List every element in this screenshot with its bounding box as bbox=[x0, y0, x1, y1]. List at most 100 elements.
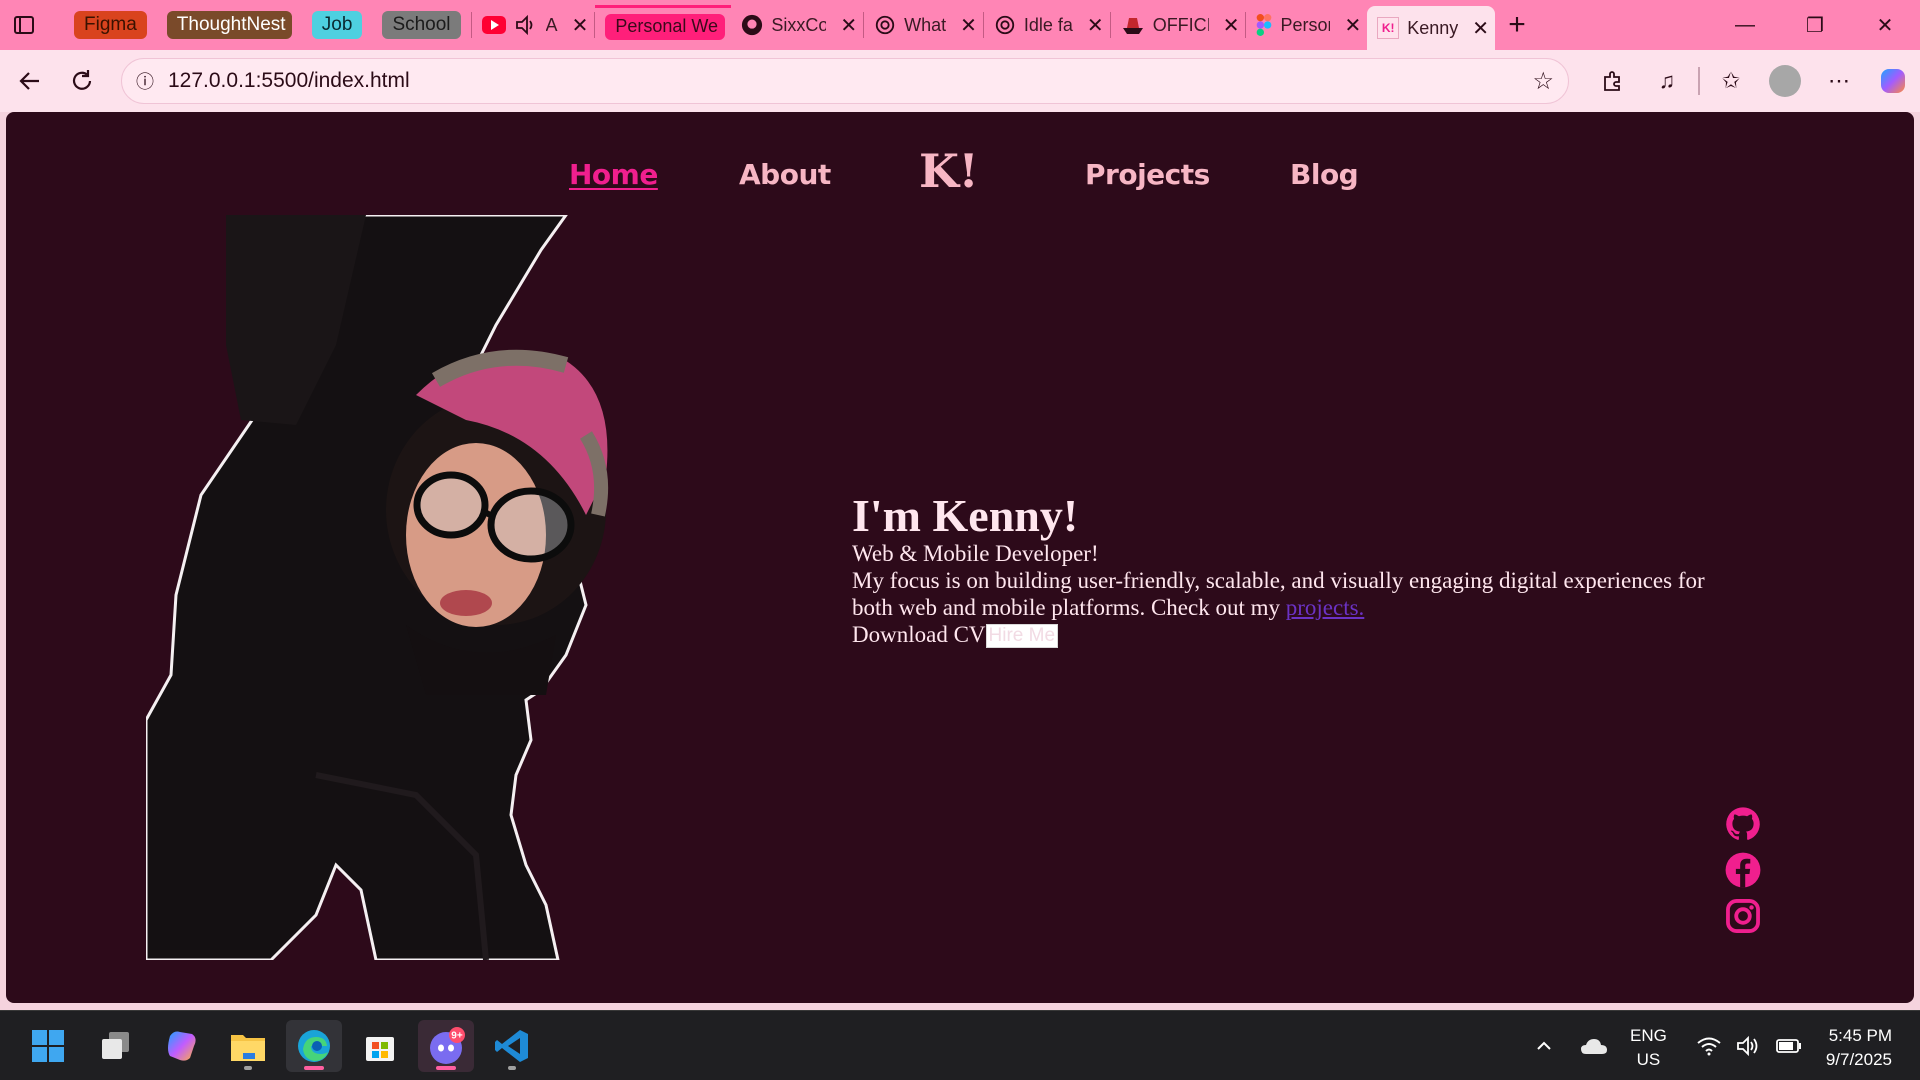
nav-about-link[interactable]: About bbox=[739, 158, 831, 191]
hero-description-text: My focus is on building user-friendly, s… bbox=[852, 568, 1705, 621]
cta-row: Download CV Hire Me bbox=[852, 621, 1732, 649]
url-text[interactable]: 127.0.0.1:5500/index.html bbox=[168, 69, 410, 93]
chatgpt-icon bbox=[875, 15, 895, 35]
tab-kenny[interactable]: K! Kenny ✕ bbox=[1367, 6, 1496, 50]
nav-blog-link[interactable]: Blog bbox=[1290, 158, 1359, 191]
new-tab-button[interactable]: + bbox=[1495, 8, 1539, 42]
extensions-icon[interactable] bbox=[1586, 69, 1640, 93]
show-hidden-icons[interactable] bbox=[1534, 1011, 1554, 1080]
close-tab-icon[interactable]: ✕ bbox=[1344, 13, 1361, 38]
tab-github[interactable]: SixxCo ✕ bbox=[731, 5, 863, 45]
task-view-icon[interactable] bbox=[88, 1020, 144, 1072]
site-navigation: Home About K! Projects Blog bbox=[6, 144, 1914, 212]
onedrive-icon[interactable] bbox=[1580, 1011, 1608, 1080]
nav-projects-link[interactable]: Projects bbox=[1085, 158, 1210, 191]
speaker-icon[interactable] bbox=[514, 14, 538, 36]
github-icon[interactable] bbox=[1724, 805, 1762, 843]
tab-youtube[interactable]: A ✕ bbox=[472, 5, 595, 45]
favorite-star-icon[interactable]: ☆ bbox=[1532, 67, 1554, 96]
ship-icon bbox=[1122, 18, 1143, 34]
instagram-icon[interactable] bbox=[1724, 897, 1762, 935]
hire-me-button[interactable]: Hire Me bbox=[985, 624, 1059, 649]
tab-chatgpt-what[interactable]: What ✕ bbox=[864, 5, 983, 45]
microsoft-store-icon[interactable] bbox=[352, 1020, 408, 1072]
tab-group-thoughtnest[interactable]: ThoughtNest bbox=[166, 11, 292, 39]
youtube-icon bbox=[481, 16, 506, 34]
site-info-icon[interactable]: ⓘ bbox=[122, 68, 168, 94]
close-tab-icon[interactable]: ✕ bbox=[1472, 16, 1489, 41]
chatgpt-icon bbox=[995, 15, 1015, 35]
projects-link[interactable]: projects. bbox=[1286, 595, 1365, 620]
running-indicator bbox=[244, 1066, 252, 1070]
clock-time: 5:45 PM bbox=[1828, 1026, 1892, 1045]
media-icon[interactable]: ♫ bbox=[1640, 68, 1694, 94]
back-arrow-icon bbox=[19, 72, 39, 90]
reload-icon bbox=[72, 70, 92, 90]
discord-icon[interactable]: 9+ bbox=[418, 1020, 474, 1072]
tab-title: What bbox=[904, 14, 947, 35]
battery-icon bbox=[1776, 1039, 1801, 1053]
tab-official[interactable]: OFFICI ✕ bbox=[1111, 5, 1246, 45]
profile-photo bbox=[146, 215, 609, 960]
github-icon bbox=[742, 14, 763, 36]
minimize-icon[interactable]: — bbox=[1710, 0, 1780, 50]
active-indicator bbox=[436, 1066, 456, 1070]
region-code: US bbox=[1636, 1050, 1661, 1069]
language-code: ENG bbox=[1630, 1026, 1667, 1045]
tab-title: Idle fa bbox=[1023, 14, 1073, 35]
tab-bar: Figma ThoughtNest Job School A ✕ Persona… bbox=[0, 0, 1920, 50]
active-indicator bbox=[304, 1066, 324, 1070]
language-indicator[interactable]: ENG US bbox=[1630, 1024, 1667, 1072]
toolbar-divider bbox=[1698, 67, 1700, 95]
file-explorer-icon[interactable] bbox=[220, 1020, 276, 1072]
close-tab-icon[interactable]: ✕ bbox=[1223, 13, 1240, 38]
system-clock[interactable]: 5:45 PM 9/7/2025 bbox=[1826, 1024, 1892, 1072]
nav-home-link[interactable]: Home bbox=[569, 158, 658, 191]
close-tab-icon[interactable]: ✕ bbox=[960, 13, 977, 38]
system-tray[interactable] bbox=[1696, 1011, 1802, 1080]
close-tab-icon[interactable]: ✕ bbox=[1087, 13, 1104, 38]
hero-description: My focus is on building user-friendly, s… bbox=[852, 567, 1732, 621]
page-viewport: Home About K! Projects Blog I'm Kenny! W… bbox=[6, 112, 1914, 1003]
toolbar-right-buttons: ♫ ✩ ⋯ bbox=[1586, 50, 1920, 112]
copilot-icon[interactable] bbox=[154, 1020, 210, 1072]
tab-chatgpt-idle[interactable]: Idle fa ✕ bbox=[984, 5, 1110, 45]
reload-button[interactable] bbox=[56, 55, 108, 107]
back-button[interactable] bbox=[4, 55, 56, 107]
tab-group-job[interactable]: Job bbox=[311, 11, 363, 39]
windows-taskbar: 9+ ENG US 5:45 PM 9/7/2025 bbox=[0, 1010, 1920, 1080]
hero-section: I'm Kenny! Web & Mobile Developer! My fo… bbox=[852, 490, 1732, 649]
tab-title: A bbox=[545, 14, 558, 35]
download-cv-link[interactable]: Download CV bbox=[852, 622, 986, 647]
tab-title: Kenny bbox=[1407, 17, 1459, 38]
social-links bbox=[1724, 805, 1762, 943]
chevron-up-icon bbox=[1537, 1041, 1551, 1050]
restore-icon[interactable]: ❐ bbox=[1780, 0, 1850, 50]
tab-actions-button[interactable] bbox=[0, 0, 48, 50]
discord-badge: 9+ bbox=[451, 1031, 463, 1042]
k-logo-icon: K! bbox=[1377, 17, 1400, 39]
browser-toolbar: ⓘ 127.0.0.1:5500/index.html ☆ ♫ ✩ ⋯ bbox=[0, 50, 1920, 112]
address-bar[interactable]: ⓘ 127.0.0.1:5500/index.html ☆ bbox=[121, 58, 1569, 104]
figma-icon bbox=[1257, 14, 1272, 36]
tab-group-figma[interactable]: Figma bbox=[74, 11, 147, 39]
facebook-icon[interactable] bbox=[1724, 851, 1762, 889]
tab-actions-icon bbox=[14, 16, 34, 34]
hero-heading: I'm Kenny! bbox=[852, 490, 1079, 541]
more-menu-icon[interactable]: ⋯ bbox=[1812, 68, 1866, 94]
tab-personal-website[interactable]: Personal We bbox=[595, 5, 732, 45]
profile-button[interactable] bbox=[1758, 65, 1812, 97]
edge-icon[interactable] bbox=[286, 1020, 342, 1072]
vscode-icon[interactable] bbox=[484, 1020, 540, 1072]
windows-start-icon[interactable] bbox=[20, 1020, 76, 1072]
tab-group-personal: Personal We bbox=[605, 13, 726, 40]
tab-figma-person[interactable]: Person ✕ bbox=[1246, 5, 1367, 45]
close-tab-icon[interactable]: ✕ bbox=[572, 13, 589, 38]
close-window-icon[interactable]: ✕ bbox=[1850, 0, 1920, 50]
clock-date: 9/7/2025 bbox=[1825, 1050, 1892, 1069]
close-tab-icon[interactable]: ✕ bbox=[840, 13, 857, 38]
favorites-icon[interactable]: ✩ bbox=[1704, 68, 1758, 94]
copilot-icon[interactable] bbox=[1866, 66, 1920, 96]
site-logo[interactable]: K! bbox=[919, 144, 979, 198]
tab-group-school[interactable]: School bbox=[382, 11, 461, 39]
